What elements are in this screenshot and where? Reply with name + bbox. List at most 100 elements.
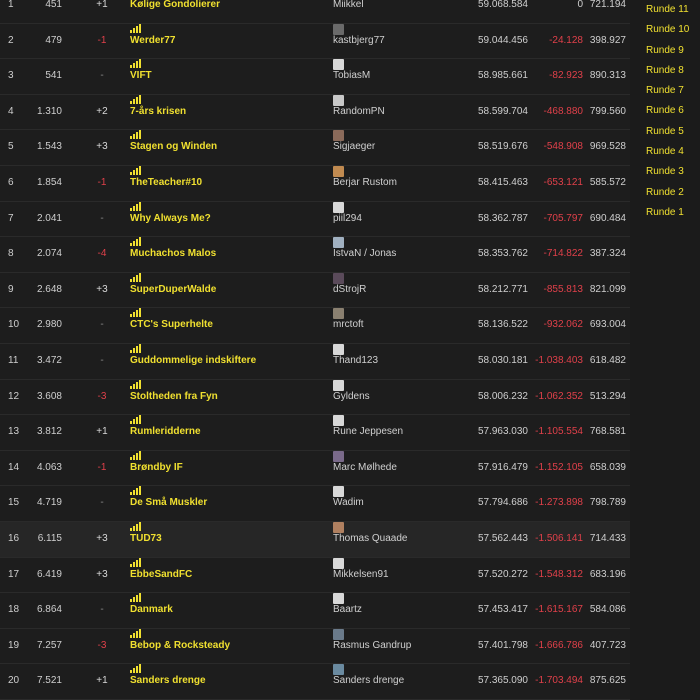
points-difference: -24.128 <box>549 34 583 46</box>
points-difference: -82.923 <box>549 70 583 82</box>
avatar <box>333 237 344 249</box>
position-change: +1 <box>96 426 108 438</box>
team-link[interactable]: Bebop & Rocksteady <box>130 628 230 664</box>
table-row[interactable]: 7 2.041 - Why Always Me? piil294 58.362.787 -7… <box>0 201 630 238</box>
overall-position: 541 <box>45 70 62 82</box>
round-link[interactable]: Runde 7 <box>640 81 700 101</box>
user-link[interactable]: Wadim <box>333 486 364 521</box>
user-link[interactable]: Rune Jeppesen <box>333 415 403 450</box>
total-points: 58.353.762 <box>477 248 528 260</box>
signal-bars-icon <box>130 59 141 69</box>
total-points: 58.212.771 <box>477 283 528 295</box>
table-row[interactable]: 12 3.608 -3 Stoltheden fra Fyn Gyldens 58.006… <box>0 379 630 416</box>
overall-position: 1.310 <box>36 105 62 117</box>
team-link[interactable]: SuperDuperWalde <box>130 272 216 308</box>
round-link[interactable]: Runde 10 <box>640 20 700 40</box>
user-link[interactable]: Sanders drenge <box>333 664 404 699</box>
round-link[interactable]: Runde 2 <box>640 183 700 203</box>
user-link[interactable]: Thand123 <box>333 343 378 379</box>
table-row[interactable]: 8 2.074 -4 Muchachos Malos IstvaN / Jonas 58.… <box>0 237 630 273</box>
table-row[interactable]: 18 6.864 - Danmark Baartz 57.453.417 -1.615.16… <box>0 593 630 629</box>
table-row[interactable]: 5 1.543 +3 Stagen og Winden Sigjaeger 58.519.… <box>0 130 630 166</box>
points-difference: -1.703.494 <box>535 675 583 687</box>
table-row[interactable]: 16 6.115 +3 TUD73 Thomas Quaade 57.562.443 -1.… <box>0 521 630 558</box>
user-link[interactable]: kastbjerg77 <box>333 23 385 59</box>
team-link[interactable]: EbbeSandFC <box>130 557 192 593</box>
team-link[interactable]: Rumleridderne <box>130 415 201 450</box>
table-row[interactable]: 6 1.854 -1 TheTeacher#10 Berjar Rustom 58.415… <box>0 165 630 202</box>
team-link[interactable]: 7-års krisen <box>130 94 186 130</box>
table-row[interactable]: 4 1.310 +2 7-års krisen RandomPN 58.599.704 -4… <box>0 94 630 131</box>
table-row[interactable]: 2 479 -1 Werder77 kastbjerg77 59.044.456 -24.1… <box>0 23 630 60</box>
user-link[interactable]: Thomas Quaade <box>333 521 408 557</box>
round-link[interactable]: Runde 3 <box>640 162 700 182</box>
user-link[interactable]: Marc Mølhede <box>333 450 397 486</box>
user-link[interactable]: piil294 <box>333 201 362 237</box>
user-link[interactable]: Sigjaeger <box>333 130 375 165</box>
team-link[interactable]: Guddommelige indskiftere <box>130 343 256 379</box>
team-link[interactable]: Brøndby IF <box>130 450 183 486</box>
overall-position: 451 <box>45 0 62 10</box>
table-row[interactable]: 13 3.812 +1 Rumleridderne Rune Jeppesen 57.96… <box>0 415 630 451</box>
total-points: 57.401.798 <box>477 639 528 651</box>
table-row[interactable]: 19 7.257 -3 Bebop & Rocksteady Rasmus Gandru… <box>0 628 630 665</box>
round-points: 875.625 <box>589 675 626 687</box>
round-link[interactable]: Runde 6 <box>640 101 700 121</box>
table-row[interactable]: 11 3.472 - Guddommelige indskiftere Thand123… <box>0 343 630 380</box>
overall-position: 2.041 <box>36 212 62 224</box>
signal-bars-icon <box>130 23 141 33</box>
round-link[interactable]: Runde 1 <box>640 203 700 223</box>
round-link[interactable]: Runde 4 <box>640 142 700 162</box>
team-link[interactable]: Stoltheden fra Fyn <box>130 379 218 415</box>
team-link[interactable]: Stagen og Winden <box>130 130 217 165</box>
team-link[interactable]: Kølige Gondolierer <box>130 0 220 23</box>
user-link[interactable]: Miikkel <box>333 0 364 23</box>
team-link[interactable]: VIFT <box>130 59 152 94</box>
team-link[interactable]: Muchachos Malos <box>130 237 216 272</box>
round-selector: Runde 11 Runde 10 Runde 9 Runde 8 Runde 7 Run… <box>640 0 700 223</box>
round-points: 658.039 <box>589 461 626 473</box>
team-link[interactable]: Why Always Me? <box>130 201 211 237</box>
user-link[interactable]: Berjar Rustom <box>333 165 397 201</box>
overall-position: 3.472 <box>36 354 62 366</box>
user-link[interactable]: mrctoft <box>333 308 364 343</box>
rank: 13 <box>8 426 20 438</box>
signal-bars-icon <box>130 521 141 531</box>
user-link[interactable]: Mikkelsen91 <box>333 557 389 593</box>
rank: 20 <box>8 675 20 687</box>
round-link[interactable]: Runde 5 <box>640 122 700 142</box>
team-link[interactable]: CTC's Superhelte <box>130 308 213 343</box>
table-row[interactable]: 9 2.648 +3 SuperDuperWalde dStrojR 58.212.771… <box>0 272 630 309</box>
team-link[interactable]: De Små Muskler <box>130 486 207 521</box>
table-row[interactable]: 17 6.419 +3 EbbeSandFC Mikkelsen91 57.520.272… <box>0 557 630 594</box>
team-name: Muchachos Malos <box>130 248 217 260</box>
rank: 17 <box>8 568 20 580</box>
signal-bars-icon <box>130 237 141 247</box>
table-row[interactable]: 15 4.719 - De Små Muskler Wadim 57.794.686 -1.… <box>0 486 630 522</box>
round-link[interactable]: Runde 9 <box>640 41 700 61</box>
team-link[interactable]: Sanders drenge <box>130 664 206 699</box>
user-link[interactable]: Rasmus Gandrup <box>333 628 411 664</box>
team-link[interactable]: TheTeacher#10 <box>130 165 202 201</box>
user-link[interactable]: dStrojR <box>333 272 366 308</box>
table-row[interactable]: 1 451 +1 Kølige Gondolierer Miikkel 59.068.58… <box>0 0 630 24</box>
user-link[interactable]: TobiasM <box>333 59 370 94</box>
overall-position: 4.063 <box>36 461 62 473</box>
table-row[interactable]: 3 541 - VIFT TobiasM 58.985.661 -82.923 890.313 <box>0 59 630 95</box>
round-link[interactable]: Runde 11 <box>640 0 700 20</box>
round-link[interactable]: Runde 8 <box>640 61 700 81</box>
user-link[interactable]: RandomPN <box>333 94 385 130</box>
team-link[interactable]: TUD73 <box>130 521 162 557</box>
user-link[interactable]: IstvaN / Jonas <box>333 237 396 272</box>
table-row[interactable]: 14 4.063 -1 Brøndby IF Marc Mølhede 57.916.47… <box>0 450 630 487</box>
position-change: - <box>100 497 104 509</box>
team-link[interactable]: Werder77 <box>130 23 175 59</box>
table-row[interactable]: 10 2.980 - CTC's Superhelte mrctoft 58.136.52… <box>0 308 630 344</box>
signal-bars-icon <box>130 165 141 175</box>
user-link[interactable]: Baartz <box>333 593 362 628</box>
points-difference: -714.822 <box>543 248 583 260</box>
team-link[interactable]: Danmark <box>130 593 173 628</box>
points-difference: -1.273.898 <box>535 497 583 509</box>
user-link[interactable]: Gyldens <box>333 379 370 415</box>
table-row[interactable]: 20 7.521 +1 Sanders drenge Sanders drenge 57.… <box>0 664 630 700</box>
